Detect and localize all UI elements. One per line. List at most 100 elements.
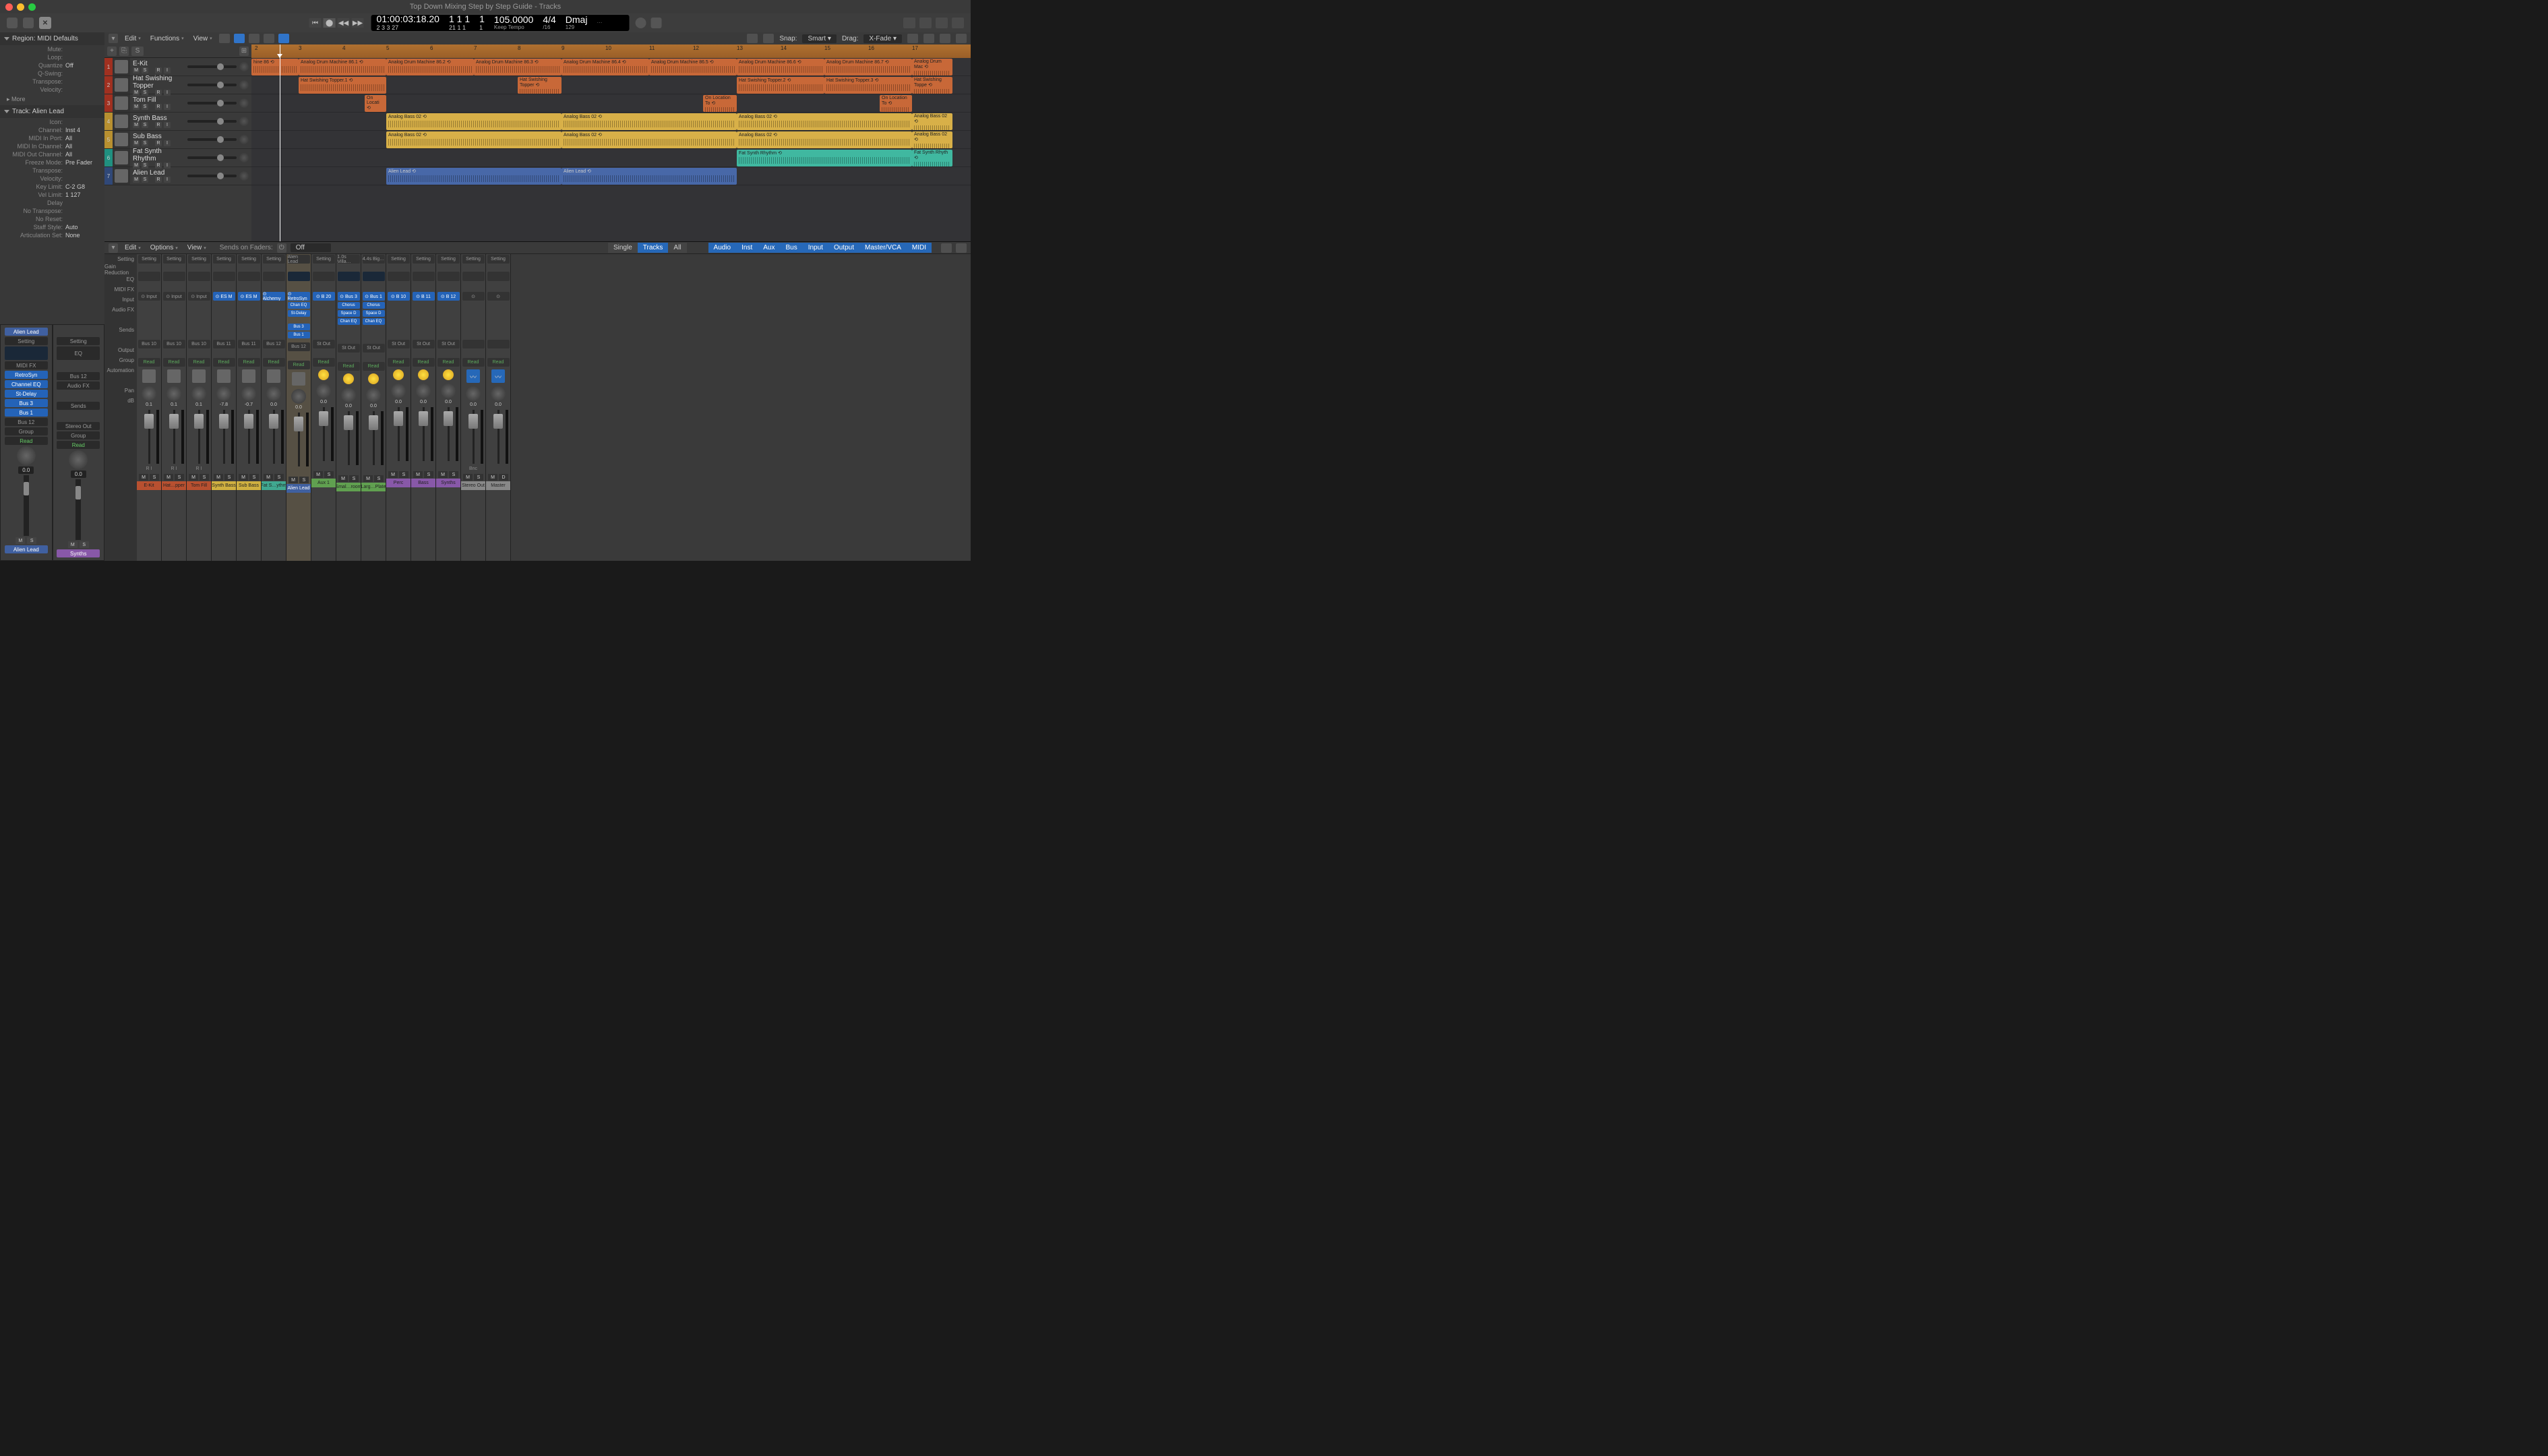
strip-mute[interactable]: M — [139, 474, 148, 481]
zoom-icon-1[interactable] — [907, 34, 918, 43]
strip-input[interactable]: ⊙ Input — [138, 292, 160, 301]
track-input[interactable]: I — [164, 122, 171, 128]
strip-automation[interactable]: Read — [363, 362, 385, 371]
strip-setting[interactable]: Setting — [238, 255, 260, 264]
mixer-filter-bus[interactable]: Bus — [780, 243, 802, 253]
strip-name[interactable]: Synth Bass — [212, 481, 236, 490]
add-track-button[interactable]: + — [107, 47, 117, 56]
strip-output[interactable]: Bus 10 — [163, 340, 185, 348]
strip-ri[interactable]: R I — [171, 466, 177, 473]
toolbar-x-button[interactable]: ✕ — [39, 17, 51, 29]
strip-setting[interactable]: Setting — [437, 255, 460, 264]
strip-db-value[interactable]: 0.0 — [495, 402, 502, 407]
track-volume-slider[interactable] — [187, 102, 237, 104]
strip-automation[interactable]: Read — [138, 358, 160, 367]
track-icon[interactable] — [113, 113, 130, 130]
strip-fader[interactable] — [194, 414, 204, 429]
track-number[interactable]: 6 — [104, 149, 113, 166]
ch1-send1[interactable]: Bus 3 — [5, 399, 48, 407]
strip-solo[interactable]: S — [474, 474, 483, 481]
list-editors-icon[interactable] — [903, 18, 915, 28]
track-pan-knob[interactable] — [239, 153, 249, 162]
strip-output[interactable]: St Out — [413, 340, 435, 348]
strip-automation[interactable]: Read — [188, 358, 210, 367]
strip-pan-knob[interactable] — [191, 386, 206, 401]
ch1-fx1[interactable]: Channel EQ — [5, 380, 48, 388]
notes-icon[interactable] — [919, 18, 932, 28]
track-solo[interactable]: S — [142, 67, 148, 73]
region[interactable]: Analog Bass 02 ⟲ — [737, 113, 912, 130]
region[interactable]: Analog Drum Machine 86.6 ⟲ — [737, 59, 824, 75]
grid-view-icon[interactable] — [219, 34, 230, 43]
ch1-eq-thumb[interactable] — [5, 346, 48, 360]
strip-db-value[interactable]: 0.1 — [195, 402, 202, 407]
mixer-edit-menu[interactable]: Edit▾ — [122, 243, 144, 253]
mixer-filter-output[interactable]: Output — [828, 243, 859, 253]
mixer-arrow-icon[interactable]: ▾ — [109, 243, 118, 253]
strip-name[interactable]: Aux 1 — [311, 479, 336, 487]
strip-input[interactable]: ⊙ Input — [188, 292, 210, 301]
strip-db-value[interactable]: 0.1 — [171, 402, 177, 407]
browser-icon[interactable] — [952, 18, 964, 28]
time-signature[interactable]: 4/4 — [543, 15, 555, 25]
strip-db-value[interactable]: 0.0 — [320, 400, 327, 404]
stop-icon[interactable]: ⬤ — [324, 18, 336, 28]
ch2-input[interactable]: Bus 12 — [57, 372, 100, 380]
ch2-audiofx[interactable]: Audio FX — [57, 382, 100, 390]
track-header[interactable]: 3 Tom Fill MSRI — [104, 94, 251, 113]
ch1-mute[interactable]: M — [16, 537, 25, 544]
library-toggle-icon[interactable] — [7, 18, 18, 28]
strip-eq-thumb[interactable] — [288, 272, 310, 281]
region[interactable]: On Location To ⟲ — [703, 95, 737, 112]
track-header[interactable]: 2 Hat Swishing Topper MSRI — [104, 76, 251, 94]
strip-name[interactable]: Synths — [436, 479, 460, 487]
track-pan-knob[interactable] — [239, 98, 249, 108]
strip-ri[interactable]: Bnc — [469, 466, 477, 473]
strip-automation[interactable]: Read — [388, 358, 410, 367]
mixer-layout-icon-2[interactable] — [956, 243, 967, 253]
insp-value[interactable]: Inst 4 — [65, 127, 100, 133]
track-mute[interactable]: M — [133, 104, 140, 110]
ch2-output[interactable]: Stereo Out — [57, 422, 100, 430]
track-solo[interactable]: S — [142, 140, 148, 146]
region[interactable]: Hat Swishing Topper.2 ⟲ — [737, 77, 824, 94]
track-name[interactable]: Synth Bass — [133, 115, 185, 122]
strip-setting[interactable]: Setting — [263, 255, 285, 264]
strip-name[interactable]: Master — [486, 481, 510, 490]
track-volume-slider[interactable] — [187, 84, 237, 86]
track-number[interactable]: 5 — [104, 131, 113, 148]
ch1-instrument[interactable]: RetroSyn — [5, 371, 48, 379]
insp-value[interactable]: All — [65, 135, 100, 142]
region-lane[interactable]: hine 86 ⟲Analog Drum Machine 86.1 ⟲Analo… — [251, 58, 971, 76]
track-input[interactable]: I — [164, 140, 171, 146]
track-header[interactable]: 1 E-Kit MSRI — [104, 58, 251, 76]
strip-mute[interactable]: M — [413, 471, 423, 478]
track-pan-knob[interactable] — [239, 135, 249, 144]
strip-automation[interactable]: Read — [313, 358, 335, 367]
drag-select[interactable]: X-Fade ▾ — [863, 34, 902, 43]
ch2-setting[interactable]: Setting — [57, 337, 100, 345]
insp-value[interactable]: None — [65, 232, 100, 239]
mixer-filter-input[interactable]: Input — [803, 243, 828, 253]
strip-automation[interactable]: Read — [213, 358, 235, 367]
track-number[interactable]: 2 — [104, 76, 113, 94]
loops-icon[interactable] — [936, 18, 948, 28]
strip-solo[interactable]: S — [150, 474, 159, 481]
mixer-view-single[interactable]: Single — [608, 243, 638, 253]
strip-fader[interactable] — [493, 414, 503, 429]
duplicate-track-button[interactable]: ⎘ — [119, 47, 129, 56]
strip-eq-thumb[interactable] — [188, 272, 210, 281]
division[interactable]: /16 — [543, 25, 555, 31]
mixer-view-tracks[interactable]: Tracks — [638, 243, 669, 253]
region-lane[interactable]: Hat Swishing Topper.1 ⟲Hat Swishing Topp… — [251, 76, 971, 94]
region[interactable]: Hat Swishing Topper.3 ⟲ — [824, 77, 912, 94]
track-name[interactable]: Alien Lead — [133, 169, 185, 177]
strip-name[interactable]: Fat S…ythm — [262, 481, 286, 490]
strip-fader[interactable] — [319, 411, 328, 426]
strip-mute[interactable]: M — [338, 475, 348, 482]
smpte-time[interactable]: 01:00:03:18.20 — [377, 14, 439, 24]
strip-output[interactable]: Bus 11 — [213, 340, 235, 348]
strip-db-value[interactable]: 0.0 — [395, 400, 402, 404]
region-lane[interactable]: Analog Bass 02 ⟲Analog Bass 02 ⟲Analog B… — [251, 131, 971, 149]
strip-dim[interactable]: D — [499, 474, 508, 481]
